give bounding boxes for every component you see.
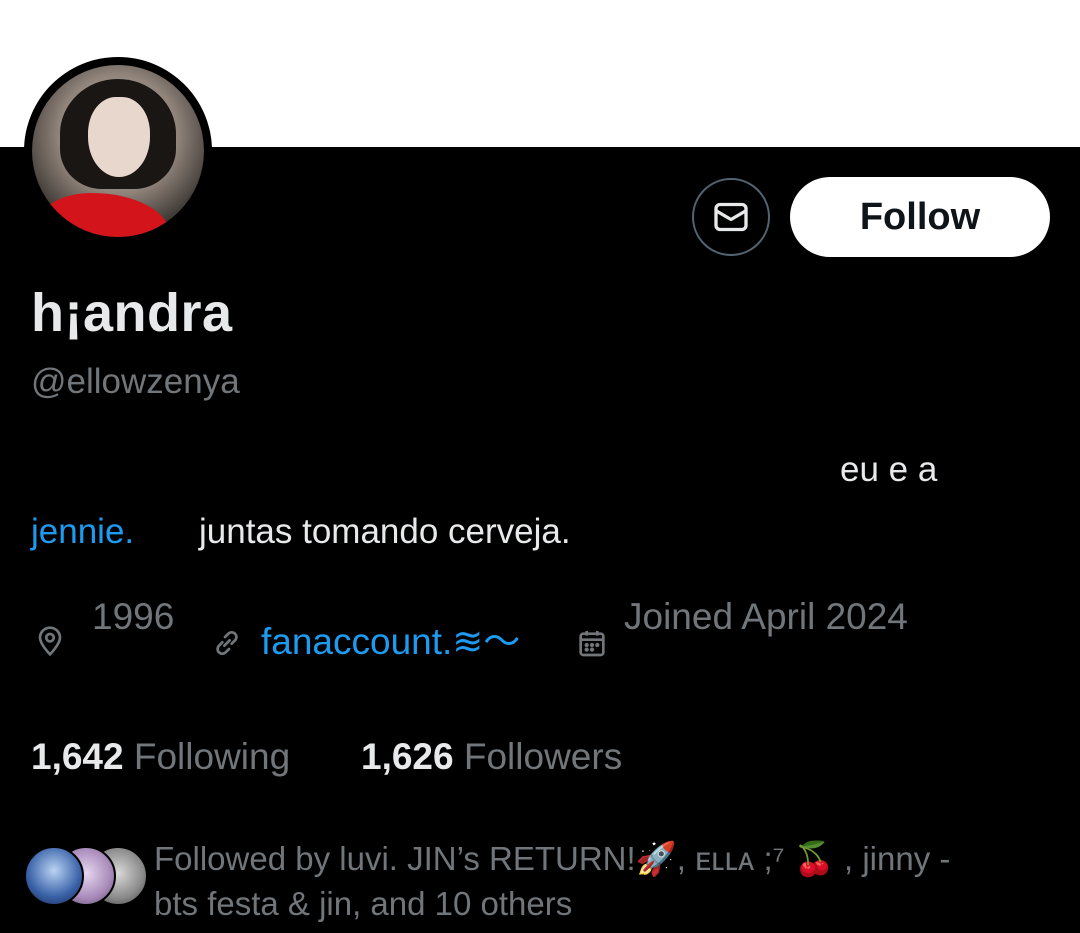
follow-button[interactable]: Follow bbox=[790, 177, 1050, 257]
display-name: h¡andra bbox=[31, 283, 233, 343]
followed-by-line1: Followed by luvi. JIN’s RETURN!🚀, ᴇʟʟᴀ ;… bbox=[154, 840, 951, 877]
message-button[interactable] bbox=[692, 178, 770, 256]
following-label: Following bbox=[133, 736, 291, 777]
followed-by-line2: bts festa & jin, and 10 others bbox=[154, 885, 573, 922]
followed-by-text[interactable]: Followed by luvi. JIN’s RETURN!🚀, ᴇʟʟᴀ ;… bbox=[154, 836, 1054, 926]
profile-website-link[interactable]: fanaccount.≋〜 bbox=[261, 611, 520, 665]
profile-avatar[interactable] bbox=[24, 57, 212, 245]
following-link[interactable]: 1,642 Following bbox=[31, 736, 290, 778]
following-count: 1,642 bbox=[31, 736, 124, 777]
profile-joined-date: Joined April 2024 bbox=[624, 596, 908, 637]
followers-label: Followers bbox=[463, 736, 623, 777]
link-icon bbox=[216, 630, 238, 656]
envelope-icon bbox=[714, 202, 748, 232]
bio-text-line2: juntas tomando cerveja. bbox=[199, 512, 571, 551]
avatar-photo bbox=[32, 65, 204, 237]
followers-link[interactable]: 1,626 Followers bbox=[361, 736, 622, 778]
profile-page: Follow h¡andra @ellowzenya eu e a jennie… bbox=[0, 0, 1080, 933]
profile-location: 1996 bbox=[92, 596, 175, 637]
followers-count: 1,626 bbox=[361, 736, 454, 777]
user-handle: @ellowzenya bbox=[31, 362, 240, 401]
mutual-followers-avatars[interactable] bbox=[24, 846, 148, 908]
location-pin-icon bbox=[38, 626, 62, 657]
bio-mention-link[interactable]: jennie. bbox=[31, 512, 134, 552]
bio-text-line1: eu e a bbox=[840, 450, 938, 489]
mutual-follower-avatar bbox=[24, 846, 84, 906]
calendar-icon bbox=[579, 631, 605, 657]
